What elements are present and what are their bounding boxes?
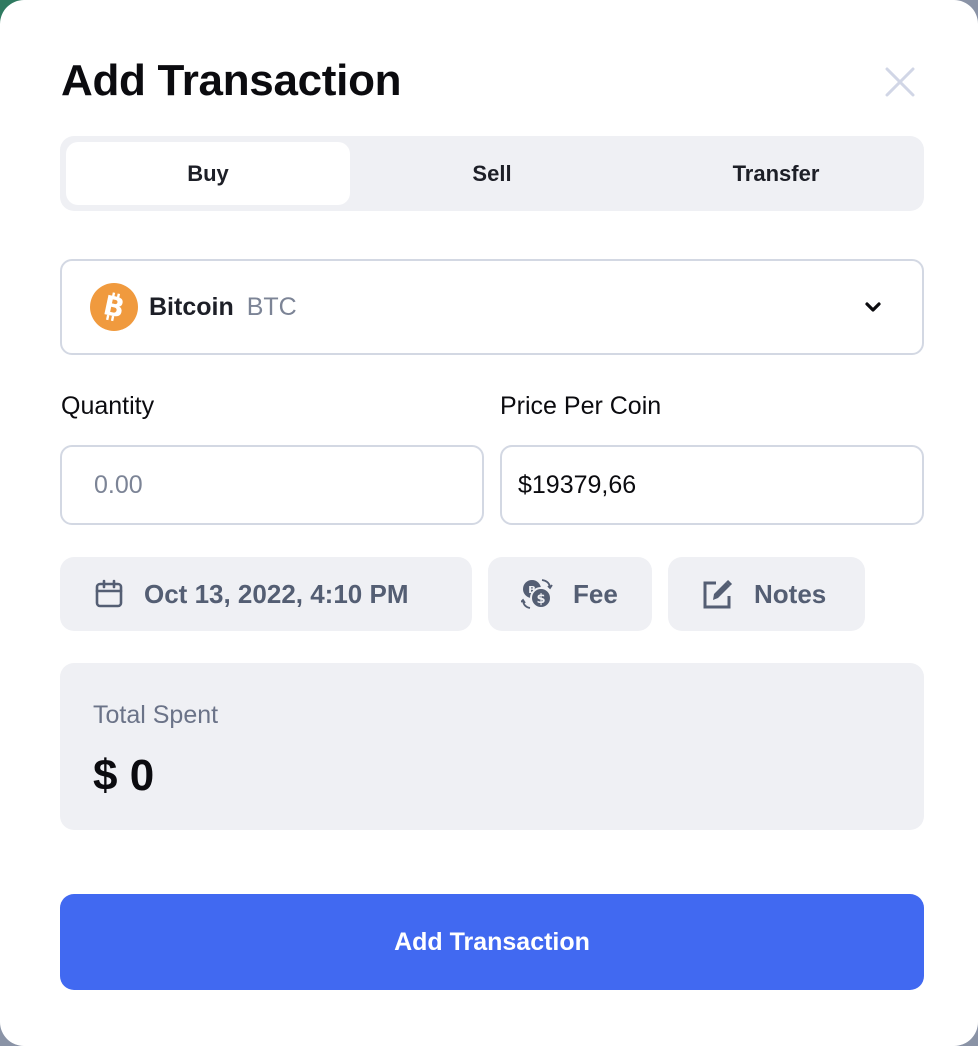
fee-button[interactable]: B $ Fee — [488, 557, 652, 631]
tab-transfer[interactable]: Transfer — [634, 142, 918, 205]
fee-label: Fee — [573, 578, 618, 609]
notes-button[interactable]: Notes — [668, 557, 865, 631]
chevron-down-icon — [865, 302, 881, 312]
total-spent-card: Total Spent $ 0 — [60, 663, 924, 830]
add-transaction-button[interactable]: Add Transaction — [60, 894, 924, 990]
date-time-button[interactable]: Oct 13, 2022, 4:10 PM — [60, 557, 472, 631]
calendar-icon — [94, 579, 124, 609]
date-time-label: Oct 13, 2022, 4:10 PM — [144, 578, 409, 609]
tab-sell[interactable]: Sell — [350, 142, 634, 205]
notes-label: Notes — [754, 578, 827, 609]
tab-buy[interactable]: Buy — [66, 142, 350, 205]
coin-select[interactable]: B Bitcoin BTC — [60, 259, 924, 355]
total-spent-value: $ 0 — [93, 751, 155, 800]
close-icon — [885, 67, 915, 97]
price-per-coin-input[interactable] — [500, 445, 924, 525]
edit-note-icon — [702, 578, 734, 610]
svg-text:$: $ — [536, 592, 545, 607]
close-button[interactable] — [880, 62, 920, 102]
add-transaction-modal: Add Transaction Buy Sell Transfer B Bitc… — [0, 0, 978, 1046]
quantity-label: Quantity — [61, 392, 155, 420]
bitcoin-icon: B — [90, 283, 138, 331]
modal-title: Add Transaction — [61, 56, 402, 105]
currency-exchange-icon: B $ — [521, 578, 553, 610]
total-spent-label: Total Spent — [93, 701, 219, 729]
coin-name: Bitcoin — [149, 292, 234, 321]
transaction-type-tabs: Buy Sell Transfer — [60, 136, 924, 211]
coin-symbol: BTC — [246, 292, 297, 321]
price-label: Price Per Coin — [500, 392, 662, 420]
quantity-input[interactable] — [60, 445, 484, 525]
